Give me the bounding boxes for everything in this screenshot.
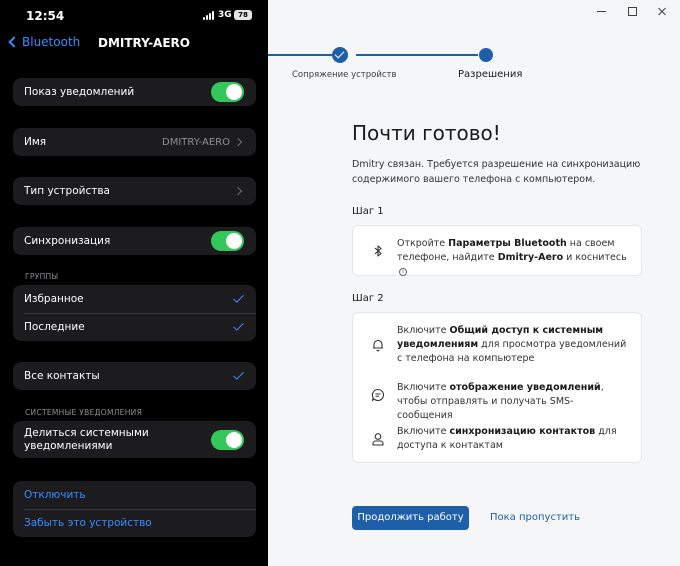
iphone-bluetooth-device-screen: 12:54 3G 78 Bluetooth DMITRY-AERO Показ … [0,0,268,566]
signal-icon [203,11,217,20]
sync-label: Синхронизация [24,235,111,247]
show-notifications-row: Показ уведомлений [13,78,256,106]
device-type-group: Тип устройства [13,177,256,205]
step-label-pairing: Сопряжение устройств [292,70,397,80]
disconnect-label: Отключить [24,489,86,501]
step-1-card: Откройте Параметры Bluetooth на своем те… [352,225,642,276]
page-title: DMITRY-AERO [98,36,190,50]
status-bar: 12:54 3G 78 [0,0,268,30]
status-time: 12:54 [26,9,65,23]
recents-row[interactable]: Последние [13,313,256,341]
share-notifications-row: Делиться системными уведомлениями [13,421,256,458]
show-notifications-toggle[interactable] [211,82,244,102]
back-button[interactable]: Bluetooth [6,35,80,49]
chat-bubble-icon [371,388,384,402]
step-2-item-messages-text: Включите отображение уведомлений, чтобы … [397,382,604,421]
stepper-line [356,54,478,56]
network-type: 3G [218,10,232,20]
chevron-right-icon [233,137,243,147]
favorites-label: Избранное [24,293,84,305]
share-notifications-group: Делиться системными уведомлениями [13,421,256,458]
window-controls [560,0,680,22]
sync-row: Синхронизация [13,227,256,255]
setup-progress-stepper: Сопряжение устройств Разрешения [268,44,680,84]
system-notifications-section-header: СИСТЕМНЫЕ УВЕДОМЛЕНИЯ [25,408,143,417]
checkmark-icon [233,369,244,380]
disconnect-button[interactable]: Отключить [13,481,256,509]
name-label: Имя [24,136,47,148]
step-1-text: Откройте Параметры Bluetooth на своем те… [397,238,627,276]
name-value: DMITRY-AERO [162,136,230,148]
step-complete-check-icon [332,47,348,63]
bluetooth-icon [374,245,382,257]
all-contacts-group: Все контакты [13,362,256,390]
share-notifications-toggle[interactable] [211,429,244,450]
bell-icon [373,339,383,352]
close-icon[interactable] [656,5,668,17]
groups-group: Избранное Последние [13,285,256,341]
show-notifications-label: Показ уведомлений [24,86,135,98]
step-2-item-notifications-text: Включите Общий доступ к системным уведом… [397,325,627,364]
all-contacts-row[interactable]: Все контакты [13,362,256,390]
step-1-title: Шаг 1 [352,206,384,217]
skip-for-now-link[interactable]: Пока пропустить [490,512,580,523]
back-button-label: Bluetooth [22,35,81,49]
name-row[interactable]: Имя DMITRY-AERO [13,128,256,156]
stepper-line [268,54,332,56]
device-actions-group: Отключить Забыть это устройство [13,481,256,537]
all-contacts-label: Все контакты [24,370,100,382]
person-icon [372,433,384,446]
step-2-title: Шаг 2 [352,293,384,304]
forget-device-label: Забыть это устройство [24,517,152,529]
share-notifications-label: Делиться системными уведомлениями [24,426,149,452]
step-label-permissions: Разрешения [458,69,523,80]
step-2-card: Включите Общий доступ к системным уведом… [352,312,642,463]
minimize-icon[interactable] [596,5,608,17]
checkmark-icon [233,292,244,303]
name-group: Имя DMITRY-AERO [13,128,256,156]
sync-toggle[interactable] [211,231,244,251]
checkmark-icon [233,320,244,331]
recents-label: Последние [24,321,85,333]
forget-device-button[interactable]: Забыть это устройство [13,509,256,537]
maximize-icon[interactable] [626,5,638,17]
info-icon[interactable]: i [399,268,407,276]
continue-button[interactable]: Продолжить работу [352,506,469,530]
battery-icon: 78 [234,10,252,20]
sync-group: Синхронизация [13,227,256,255]
favorites-row[interactable]: Избранное [13,285,256,313]
phone-link-setup-window: Сопряжение устройств Разрешения Почти го… [268,0,680,566]
groups-section-header: ГРУППЫ [25,272,59,281]
notifications-group: Показ уведомлений [13,78,256,106]
chevron-left-icon [8,36,20,48]
step-2-item-contacts-text: Включите синхронизацию контактов для дос… [397,426,617,451]
step-current-dot [479,48,493,62]
chevron-right-icon [233,186,243,196]
navigation-bar: Bluetooth DMITRY-AERO [0,32,268,56]
page-title: Почти готово! [352,121,501,145]
intro-text: Dmitry связан. Требуется разрешение на с… [352,159,641,185]
device-type-row[interactable]: Тип устройства [13,177,256,205]
device-type-label: Тип устройства [24,185,110,197]
